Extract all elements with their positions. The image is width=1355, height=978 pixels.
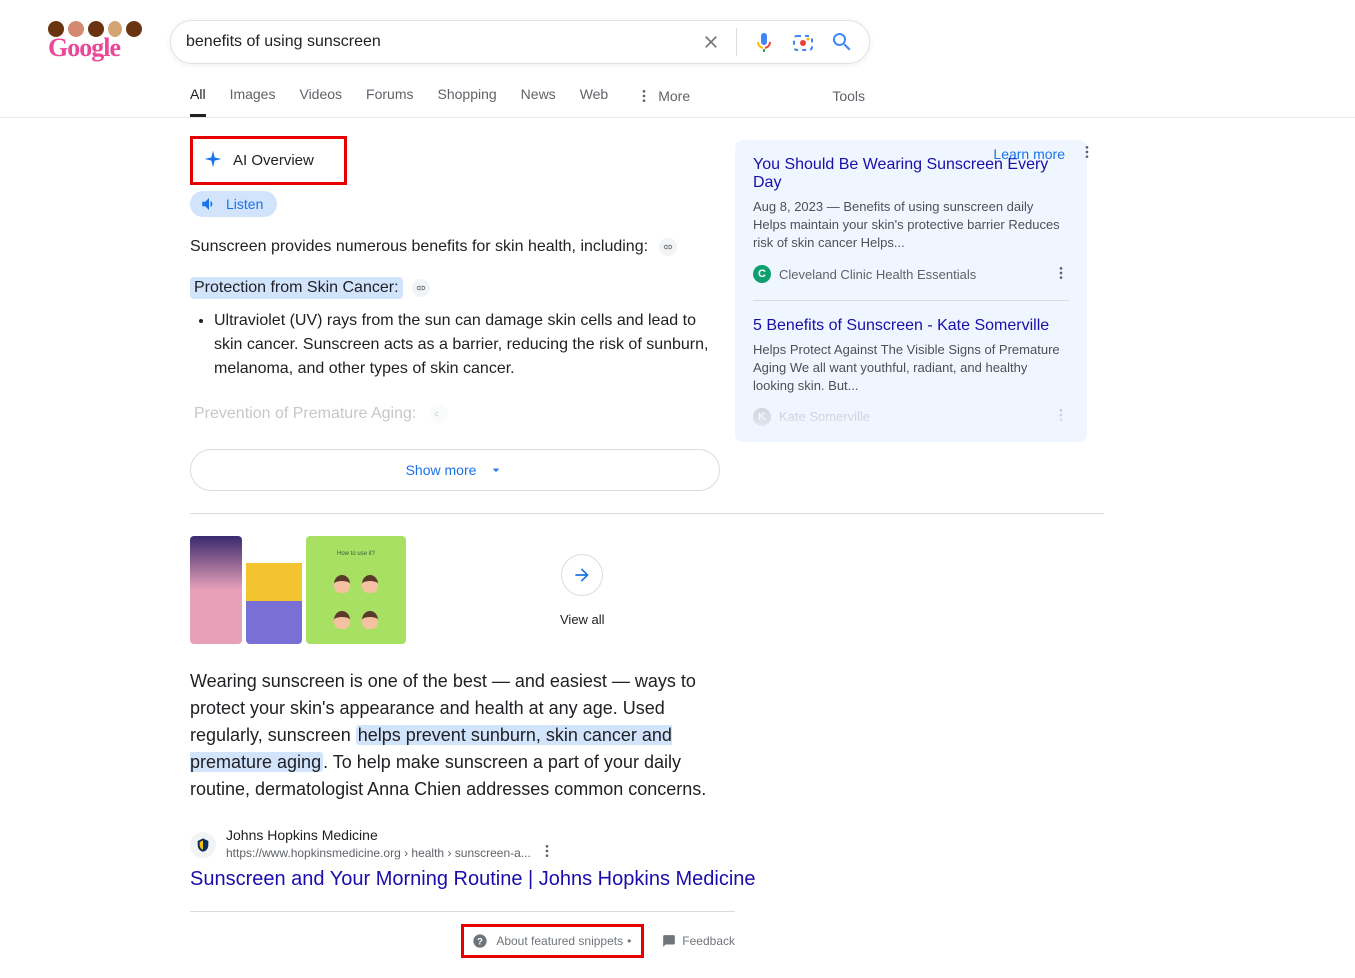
view-all-button[interactable] [561,554,603,596]
ai-list-item: Ultraviolet (UV) rays from the sun can d… [214,309,714,381]
tools-link[interactable]: Tools [832,72,865,116]
reference-card[interactable]: You Should Be Wearing Sunscreen Every Da… [735,140,1087,442]
tab-all[interactable]: All [190,70,206,117]
citation-icon[interactable] [659,238,677,256]
feedback-link[interactable]: Feedback [662,934,735,948]
ai-overview-header: AI Overview [190,136,347,185]
more-options-icon[interactable] [1079,144,1095,163]
show-more-label: Show more [406,462,477,478]
thumbnail-image[interactable] [246,536,302,644]
tab-news[interactable]: News [521,70,556,117]
about-snippets-label: About featured snippets [496,934,623,948]
tab-forums[interactable]: Forums [366,70,413,117]
nav-tabs-row: All Images Videos Forums Shopping News W… [0,70,1355,118]
tab-web[interactable]: Web [580,70,609,117]
ai-section-heading-2: Prevention of Premature Aging: [190,403,420,425]
more-options-icon[interactable] [1053,407,1069,426]
camera-lens-icon[interactable] [791,30,815,54]
citation-icon[interactable] [430,405,448,423]
ai-overview-label: AI Overview [233,152,314,169]
result-favicon [190,832,216,858]
source-favicon: K [753,408,771,426]
reference-source: Kate Somerville [779,409,870,424]
google-logo[interactable]: Google [20,21,170,63]
microphone-icon[interactable] [752,30,776,54]
more-label: More [658,88,690,104]
view-all-label: View all [560,612,605,627]
more-menu[interactable]: More [636,70,690,117]
ai-overview-list: Ultraviolet (UV) rays from the sun can d… [214,309,714,381]
citation-icon[interactable] [412,279,430,297]
listen-label: Listen [226,196,263,212]
feedback-label: Feedback [682,934,735,948]
more-options-icon[interactable] [1053,265,1069,284]
ai-section-heading-1: Protection from Skin Cancer: [190,277,403,299]
thumbnail-image[interactable]: How to use it? [306,536,406,644]
svg-text:?: ? [477,936,483,946]
learn-more-link[interactable]: Learn more [993,146,1065,162]
show-more-button[interactable]: Show more [190,449,720,491]
reference-meta: Aug 8, 2023 — Benefits of using sunscree… [753,198,1069,253]
listen-button[interactable]: Listen [190,191,277,217]
source-favicon: C [753,265,771,283]
about-featured-snippets[interactable]: ? About featured snippets • [461,924,644,958]
thumbnail-image[interactable] [190,536,242,644]
search-icon[interactable] [830,30,854,54]
result-url: https://www.hopkinsmedicine.org › health… [226,846,531,860]
ai-overview-intro: Sunscreen provides numerous benefits for… [190,235,720,259]
result-site-name: Johns Hopkins Medicine [226,827,555,843]
search-input[interactable] [186,33,701,51]
reference-source: Cleveland Clinic Health Essentials [779,267,976,282]
tab-shopping[interactable]: Shopping [438,70,497,117]
tab-images[interactable]: Images [230,70,276,117]
tab-videos[interactable]: Videos [299,70,342,117]
search-box[interactable] [170,20,870,64]
reference-title[interactable]: 5 Benefits of Sunscreen - Kate Somervill… [753,317,1069,335]
more-options-icon[interactable] [539,843,555,862]
featured-snippet-text: Wearing sunscreen is one of the best — a… [190,668,735,803]
ai-star-icon [203,149,223,172]
reference-meta: Helps Protect Against The Visible Signs … [753,341,1069,396]
clear-icon[interactable] [701,32,721,52]
